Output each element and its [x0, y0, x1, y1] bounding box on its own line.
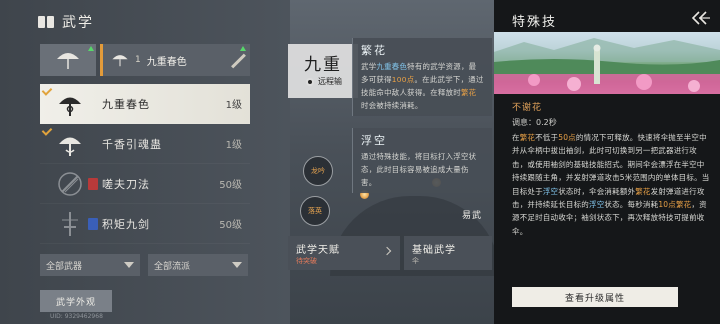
panel-header: 武学 — [38, 12, 94, 32]
weapon-type-tag — [88, 178, 98, 190]
skill-list: 九重春色 1级 千香引魂蛊 1级 嗟夫刀法 50级 积矩九剑 50级 — [40, 84, 250, 244]
umbrella-icon — [57, 53, 79, 69]
skill-type-label: 远程输 — [306, 76, 342, 87]
sword-emblem-icon — [54, 208, 86, 240]
equipped-skill-bar[interactable]: 1 九重春色 — [100, 44, 250, 76]
checkmark-icon — [42, 86, 52, 96]
skill-node-luoying[interactable]: 落英 — [300, 196, 330, 226]
chevron-down-icon — [124, 262, 134, 268]
special-skill-description: 在繁花不低于50点的情况下可释放。快速将伞抛至半空中并从伞柄中拔出袖剑，此时可切… — [512, 131, 712, 238]
upgrade-indicator-icon — [240, 46, 246, 51]
talent-card-title: 武学天赋 — [296, 245, 340, 256]
chevron-down-icon — [232, 262, 242, 268]
tooltip-fanhua: 繁花 武学九重春色特有的武学资源，最多可获得100点。在此武学下，通过技能命中敌… — [352, 38, 492, 116]
skill-level: 50级 — [219, 180, 242, 191]
school-filter-value: 全部流派 — [154, 261, 191, 272]
skill-level: 1级 — [225, 100, 242, 111]
skill-appearance-button[interactable]: 武学外观 — [40, 290, 112, 312]
weapon-type-tag — [88, 218, 98, 230]
skill-row-qianxiang[interactable]: 千香引魂蛊 1级 — [40, 124, 250, 164]
umbrella-emblem-icon — [54, 88, 86, 120]
skill-name: 嗟夫刀法 — [102, 177, 150, 191]
basic-skill-card-title: 基础武学 — [412, 245, 456, 256]
sword-icon — [231, 53, 246, 69]
tooltip-title: 浮空 — [361, 134, 387, 147]
panel-title: 特殊技 — [512, 15, 558, 30]
description-text-segment: 繁花 — [635, 186, 651, 196]
description-text-segment: 繁花 — [519, 133, 536, 142]
special-skill-name: 不谢花 — [512, 103, 543, 113]
skill-level: 1级 — [225, 140, 242, 151]
talent-card-status: 待突破 — [296, 257, 317, 265]
basic-skill-card-sub: 伞 — [412, 257, 419, 265]
checkmark-icon — [42, 126, 52, 136]
description-text-segment: 浮空 — [542, 186, 559, 196]
change-weapon-label[interactable]: 易武 — [462, 208, 482, 221]
tooltip-text-segment: 繁花 — [460, 88, 477, 97]
description-text-segment: 浮空 — [589, 200, 605, 210]
blade-emblem-icon — [54, 168, 86, 200]
weapon-filter-dropdown[interactable]: 全部武器 — [40, 254, 140, 276]
user-id-label: UID: 9329462968 — [50, 313, 103, 320]
tooltip-body: 通过特殊技能，将目标打入浮空状态，此时目标容易被追成大量伤害。 — [361, 150, 484, 189]
tooltip-text-segment: 时会被持续消耗。 — [361, 101, 423, 110]
skill-row-jiuchong[interactable]: 九重春色 1级 — [40, 84, 250, 124]
description-text-segment: 状态。每秒消耗 — [604, 200, 659, 210]
weapon-filter-value: 全部武器 — [46, 261, 83, 272]
special-skill-cooldown: 调息：0.2秒 — [512, 118, 557, 127]
skill-preview-image — [494, 32, 720, 94]
description-text-segment: 50点 — [558, 133, 576, 142]
basic-skill-card[interactable]: 基础武学 伞 — [404, 236, 492, 270]
skill-node-label: 龙吟 — [311, 167, 325, 175]
tooltip-title: 繁花 — [361, 44, 387, 57]
skill-node-label: 落英 — [308, 207, 322, 215]
talent-card[interactable]: 武学天赋 待突破 — [288, 236, 400, 270]
skill-name: 九重春色 — [102, 97, 150, 111]
description-text-segment: 10点 — [658, 200, 676, 210]
range-icon — [306, 77, 314, 86]
skill-row-jiju[interactable]: 积矩九剑 50级 — [40, 204, 250, 244]
tooltip-text-segment: 武学 — [361, 62, 377, 71]
skill-level: 50级 — [219, 220, 242, 231]
description-text-segment: 在 — [512, 133, 520, 142]
book-icon — [38, 15, 54, 29]
description-text-segment: 状态时，伞会消耗额外 — [558, 186, 636, 196]
skill-type-text: 远程输 — [318, 77, 342, 86]
skill-title: 九重 — [304, 55, 342, 75]
tooltip-text-segment: 100点 — [391, 75, 415, 84]
skill-name: 积矩九剑 — [102, 217, 150, 231]
skill-title-card: 九重 — [288, 44, 358, 98]
page-title: 武学 — [62, 15, 94, 31]
tooltip-text-segment: 九重春色 — [376, 62, 408, 71]
view-upgrade-attributes-button[interactable]: 查看升级属性 — [512, 287, 678, 307]
skill-node-longyin[interactable]: 龙吟 — [303, 156, 333, 186]
upgrade-indicator-icon — [88, 46, 94, 51]
umbrella-emblem-icon — [54, 128, 86, 160]
tooltip-fukong: 浮空 通过特殊技能，将目标打入浮空状态，此时目标容易被追成大量伤害。 — [352, 128, 492, 193]
equip-slot-number: 1 — [135, 55, 141, 65]
filter-bar: 全部武器 全部流派 — [40, 254, 248, 276]
description-text-segment: 繁花 — [675, 200, 692, 210]
description-text-segment: 不低于 — [535, 133, 559, 142]
skill-name: 千香引魂蛊 — [102, 137, 162, 151]
collapse-arrow-icon[interactable] — [690, 10, 710, 26]
umbrella-icon — [112, 55, 128, 67]
school-filter-dropdown[interactable]: 全部流派 — [148, 254, 248, 276]
skill-row-jiefu[interactable]: 嗟夫刀法 50级 — [40, 164, 250, 204]
special-skill-panel: 特殊技 不谢花 调息：0.2秒 在繁花不低于50点的情况下可释放。快速将伞抛至半… — [494, 0, 720, 324]
equipped-skill-name: 九重春色 — [146, 56, 187, 68]
tooltip-body: 武学九重春色特有的武学资源，最多可获得100点。在此武学下，通过技能命中敌人获得… — [361, 60, 484, 112]
skill-list-panel: 武学 1 九重春色 九重春色 1级 千香引魂蛊 1级 嗟夫刀法 50级 积矩九剑… — [0, 0, 290, 324]
tooltip-text-segment: 通过特殊技能，将目标打入浮空状态，此时目标容易被追成大量伤害。 — [361, 152, 477, 187]
